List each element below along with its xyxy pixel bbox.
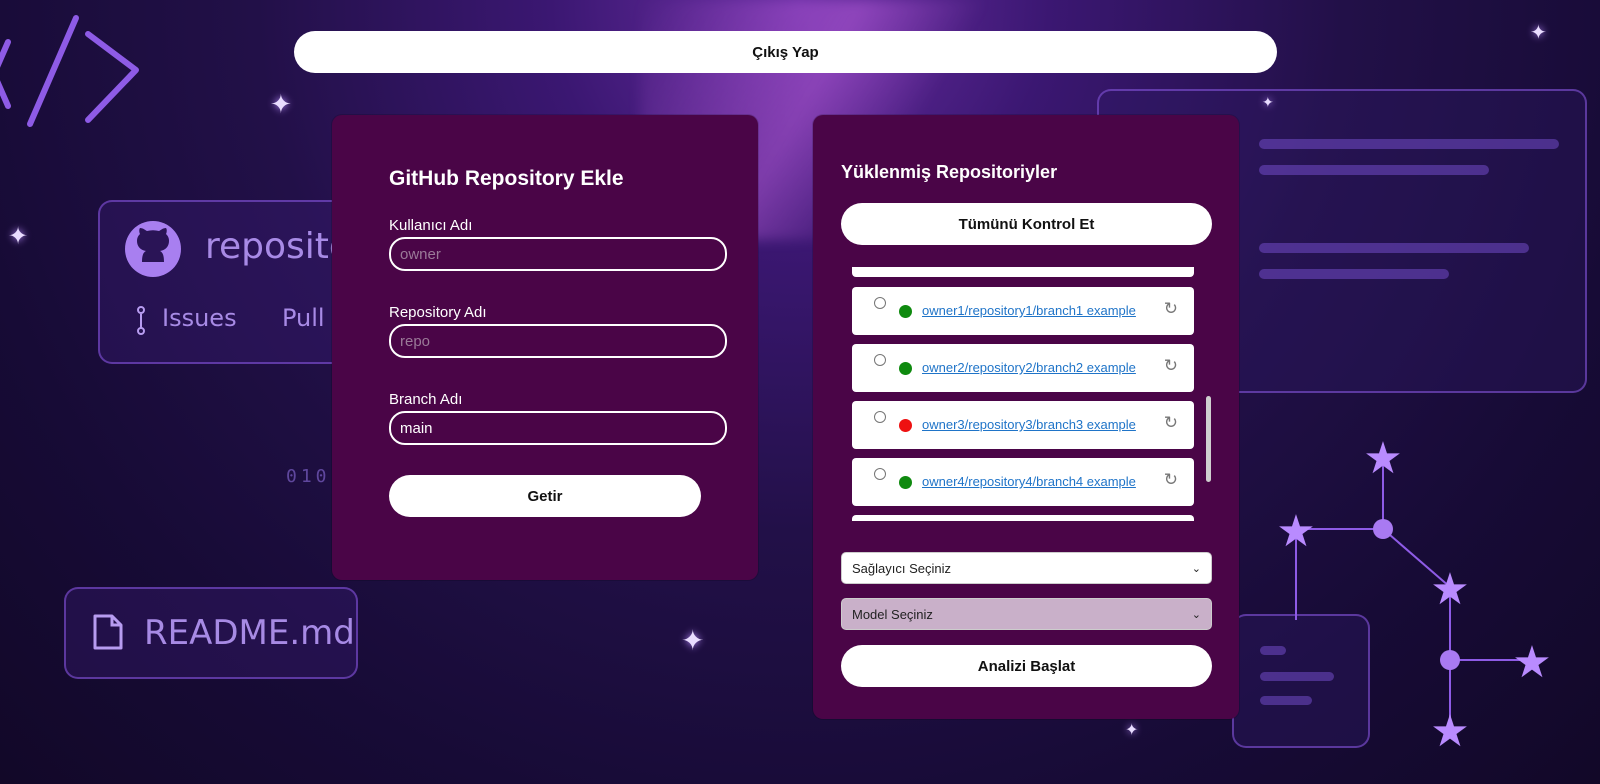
background-code-line (1259, 165, 1489, 175)
star-icon: ★ (1430, 706, 1469, 757)
repository-link[interactable]: owner4/repository4/branch4 example (922, 474, 1136, 489)
repository-list-scrollbar[interactable] (1206, 396, 1211, 482)
chevron-down-icon: ⌄ (1191, 607, 1201, 621)
chevron-down-icon: ⌄ (1191, 561, 1201, 575)
refresh-icon[interactable]: ↻ (1164, 356, 1178, 376)
code-icon (0, 15, 139, 127)
background-code-line (1259, 243, 1529, 253)
star-icon: ★ (1363, 440, 1402, 484)
star-icon: ★ (1276, 506, 1315, 557)
list-item[interactable]: owner2/repository2/branch2 example ↻ (852, 344, 1194, 392)
status-dot (899, 419, 912, 432)
star-icon: ★ (1512, 637, 1551, 688)
background-note-line (1260, 696, 1312, 705)
issue-icon (137, 306, 145, 335)
repository-link[interactable]: owner1/repository1/branch1 example (922, 303, 1136, 318)
background-binary-text: 010 (286, 466, 331, 487)
background-readme-card: README.md (64, 587, 358, 679)
username-label: Kullanıcı Adı (389, 217, 473, 234)
background-repo-text: reposito (205, 226, 351, 267)
branch-name-input[interactable] (389, 411, 727, 445)
branch-name-label: Branch Adı (389, 391, 463, 408)
status-dot (899, 362, 912, 375)
star-icon: ★ (1430, 564, 1469, 615)
background-repo-card: reposito Issues Pull (98, 200, 351, 364)
refresh-icon[interactable]: ↻ (1164, 470, 1178, 490)
loaded-repositories-panel: Yüklenmiş Repositoriyler Tümünü Kontrol … (813, 115, 1239, 719)
github-icon (125, 221, 181, 277)
background-note-card (1232, 614, 1370, 748)
sparkle-icon: ✦ (1530, 20, 1547, 44)
sparkle-icon: ✦ (1262, 95, 1274, 111)
constellation-decoration: ★ ★ ★ ★ ★ (1276, 440, 1551, 757)
repository-list[interactable]: owner1/repository1/branch1 example ↻ own… (841, 267, 1207, 521)
background-note-line (1260, 646, 1286, 655)
repository-name-label: Repository Adı (389, 304, 487, 321)
repository-name-input[interactable] (389, 324, 727, 358)
repository-link[interactable]: owner2/repository2/branch2 example (922, 360, 1136, 375)
status-dot (899, 476, 912, 489)
provider-select-value: Sağlayıcı Seçiniz (852, 560, 951, 576)
status-dot (899, 305, 912, 318)
background-pull-text: Pull (282, 304, 325, 332)
repository-radio[interactable] (874, 468, 886, 480)
list-item[interactable]: owner1/repository1/branch1 example ↻ (852, 287, 1194, 335)
logout-button[interactable]: Çıkış Yap (294, 31, 1277, 73)
list-item[interactable] (852, 515, 1194, 521)
add-repository-title: GitHub Repository Ekle (389, 167, 624, 190)
provider-select[interactable]: Sağlayıcı Seçiniz ⌄ (841, 552, 1212, 584)
username-input[interactable] (389, 237, 727, 271)
repository-radio[interactable] (874, 411, 886, 423)
background-note-line (1260, 672, 1334, 681)
refresh-icon[interactable]: ↻ (1164, 413, 1178, 433)
background-issues-text: Issues (162, 304, 237, 332)
sparkle-icon: ✦ (1125, 720, 1139, 739)
background-code-line (1259, 269, 1449, 279)
sparkle-icon: ✦ (8, 222, 29, 250)
background-code-line (1259, 139, 1559, 149)
loaded-repositories-title: Yüklenmiş Repositoriyler (841, 162, 1058, 182)
background-readme-text: README.md (144, 613, 355, 653)
file-icon (93, 614, 123, 650)
sparkle-icon: ✦ (681, 624, 705, 657)
start-analysis-button[interactable]: Analizi Başlat (841, 645, 1212, 687)
sparkle-icon: ✦ (270, 90, 292, 120)
model-select[interactable]: Model Seçiniz ⌄ (841, 598, 1212, 630)
fetch-button[interactable]: Getir (389, 475, 701, 517)
list-item[interactable]: owner4/repository4/branch4 example ↻ (852, 458, 1194, 506)
check-all-button[interactable]: Tümünü Kontrol Et (841, 203, 1212, 245)
refresh-icon[interactable]: ↻ (1164, 299, 1178, 319)
repository-radio[interactable] (874, 297, 886, 309)
model-select-value: Model Seçiniz (852, 606, 933, 622)
repository-radio[interactable] (874, 354, 886, 366)
add-repository-panel: GitHub Repository Ekle Kullanıcı Adı Rep… (332, 115, 758, 580)
list-item[interactable] (852, 267, 1194, 277)
list-item[interactable]: owner3/repository3/branch3 example ↻ (852, 401, 1194, 449)
background-decoration: reposito Issues Pull README.md 010 ★ ★ ★… (0, 0, 1600, 784)
repository-link[interactable]: owner3/repository3/branch3 example (922, 417, 1136, 432)
